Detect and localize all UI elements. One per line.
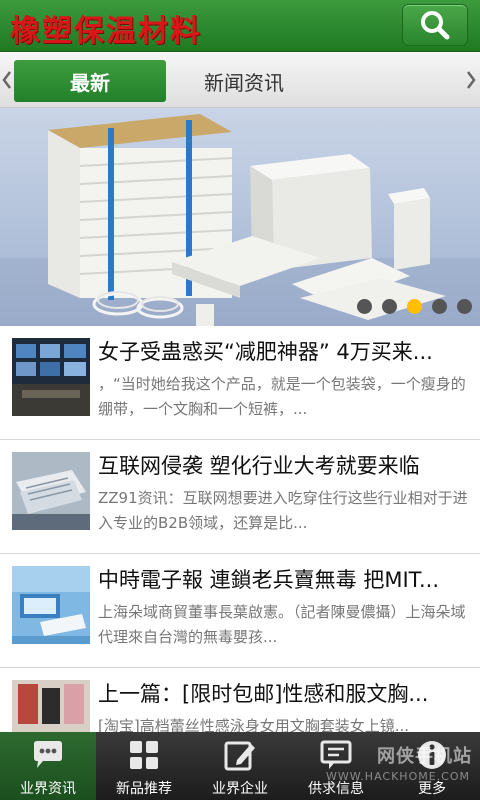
watermark: 网侠手机站 bbox=[377, 746, 472, 767]
tab-news[interactable]: 新闻资讯 bbox=[168, 60, 320, 102]
carousel-dot-active[interactable] bbox=[407, 299, 422, 314]
news-list-item[interactable]: 中時電子報 連鎖老兵賣無毒 把MIT... 上海朵域商貿董事長葉啟憲。（記者陳曼… bbox=[0, 554, 480, 668]
edit-icon bbox=[223, 738, 257, 772]
app-header: 橡塑保温材料 bbox=[0, 0, 480, 52]
news-title: 互联网侵袭 塑化行业大考就要来临 bbox=[98, 454, 420, 478]
news-summary: ，“当时她给我这个产品，就是一个包装袋，一个瘦身的绷带，一个文胸和一个短裤，..… bbox=[98, 375, 466, 418]
search-icon bbox=[421, 11, 450, 40]
grid-icon bbox=[127, 738, 161, 772]
app-title: 橡塑保温材料 bbox=[10, 14, 202, 49]
search-button[interactable] bbox=[402, 4, 468, 46]
news-title: 中時電子報 連鎖老兵賣無毒 把MIT... bbox=[98, 568, 440, 592]
carousel-indicator bbox=[357, 299, 472, 314]
news-title: 上一篇：[限时包邮]性感和服文胸... bbox=[98, 682, 429, 706]
news-summary: ZZ91资讯：互联网想要进入吃穿住行这些行业相对于进入专业的B2B领域，还算是比… bbox=[98, 489, 468, 532]
news-list-item[interactable]: 女子受蛊惑买“减肥神器” 4万买来... ，“当时她给我这个产品，就是一个包装袋… bbox=[0, 326, 480, 440]
news-thumbnail bbox=[12, 338, 90, 416]
news-list-item[interactable]: 互联网侵袭 塑化行业大考就要来临 ZZ91资讯：互联网想要进入吃穿住行这些行业相… bbox=[0, 440, 480, 554]
category-tabs: 最新 新闻资讯 bbox=[0, 52, 480, 108]
nav-industry-companies[interactable]: 业界企业 bbox=[192, 732, 288, 800]
news-thumbnail bbox=[12, 566, 90, 644]
nav-label: 业界资讯 bbox=[20, 781, 76, 797]
nav-supply-demand[interactable]: 供求信息 bbox=[288, 732, 384, 800]
nav-industry-news[interactable]: 业界资讯 bbox=[0, 732, 96, 800]
banner-carousel[interactable] bbox=[0, 108, 480, 326]
chevron-left-icon bbox=[2, 71, 11, 89]
nav-label: 新品推荐 bbox=[116, 781, 172, 797]
carousel-dot[interactable] bbox=[357, 299, 372, 314]
chevron-right-icon bbox=[467, 71, 476, 89]
tabs-scroll-left-button[interactable] bbox=[0, 66, 14, 94]
nav-label: 业界企业 bbox=[212, 781, 268, 797]
watermark-url: WWW.HACKHOME.COM bbox=[325, 770, 470, 783]
carousel-dot[interactable] bbox=[432, 299, 447, 314]
chat-bubble-icon bbox=[31, 738, 65, 772]
message-icon bbox=[319, 738, 353, 772]
banner-image bbox=[0, 114, 480, 326]
nav-new-products[interactable]: 新品推荐 bbox=[96, 732, 192, 800]
carousel-dot[interactable] bbox=[382, 299, 397, 314]
news-title: 女子受蛊惑买“减肥神器” 4万买来... bbox=[98, 340, 433, 364]
tabs-scroll-right-button[interactable] bbox=[464, 66, 478, 94]
news-summary: 上海朵域商貿董事長葉啟憲。（記者陳曼儂攝）上海朵域代理來自台灣的無毒嬰孩... bbox=[98, 603, 466, 646]
news-thumbnail bbox=[12, 452, 90, 530]
news-list: 女子受蛊惑买“减肥神器” 4万买来... ，“当时她给我这个产品，就是一个包装袋… bbox=[0, 326, 480, 782]
carousel-dot[interactable] bbox=[457, 299, 472, 314]
tab-latest[interactable]: 最新 bbox=[14, 60, 166, 102]
